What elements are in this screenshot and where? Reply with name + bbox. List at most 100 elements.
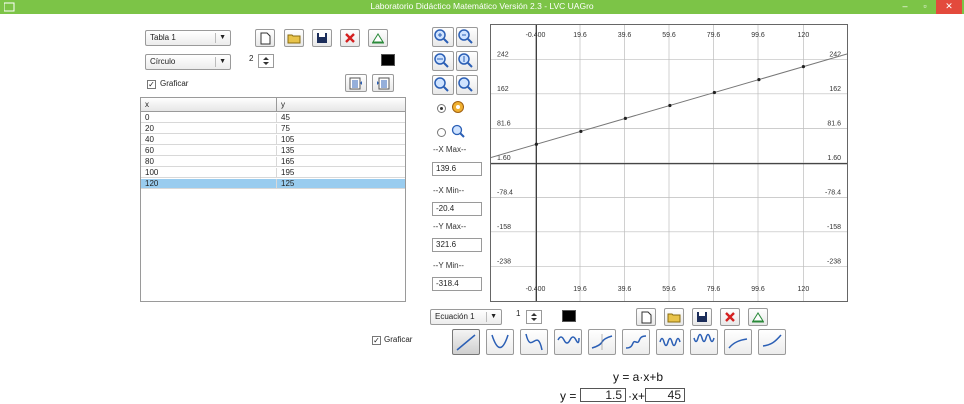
zoom-in-button[interactable] — [432, 27, 454, 47]
data-point — [757, 77, 761, 82]
table-row[interactable]: 100 195 — [141, 168, 405, 178]
y-tick-label-left: 162 — [497, 86, 509, 93]
select-mode-radio[interactable] — [437, 128, 446, 137]
zoom-out-y-button[interactable] — [456, 75, 478, 95]
line-width-spinner[interactable] — [526, 310, 542, 324]
open-equation-button[interactable] — [664, 308, 684, 326]
table-cell-y[interactable]: 75 — [277, 124, 405, 134]
x-tick-label-top: -0.400 — [526, 32, 546, 39]
point-color-swatch[interactable] — [381, 54, 395, 66]
table-cell-y[interactable]: 135 — [277, 146, 405, 156]
table-row[interactable]: 40 105 — [141, 135, 405, 145]
x-tick-label-bottom: -0.400 — [526, 286, 546, 293]
xmax-input[interactable]: 139.6 — [432, 162, 482, 176]
graficar-checkbox[interactable]: ✓ — [147, 80, 156, 89]
table-cell-y[interactable]: 125 — [277, 179, 405, 189]
linear-icon — [456, 334, 476, 351]
table-cell-y[interactable]: 105 — [277, 135, 405, 145]
y-tick-label-left: 81.6 — [497, 121, 511, 128]
table-cell-x[interactable]: 60 — [141, 146, 277, 156]
clear-equation-button[interactable] — [748, 308, 768, 326]
delete-button[interactable] — [340, 29, 360, 47]
new-file-icon — [260, 32, 271, 45]
exp-function-button[interactable] — [758, 329, 786, 355]
zoom-in-icon — [434, 29, 449, 44]
formula-x-mid: ·x+ — [628, 389, 646, 403]
close-button[interactable]: ✕ — [936, 0, 962, 14]
log-function-button[interactable] — [724, 329, 752, 355]
line-color-swatch[interactable] — [562, 310, 576, 322]
equation-select[interactable]: Ecuación 1 ▼ — [430, 309, 502, 325]
table-select[interactable]: Tabla 1 ▼ — [145, 30, 231, 46]
table-cell-y[interactable]: 165 — [277, 157, 405, 167]
xmin-input[interactable]: -20.4 — [432, 202, 482, 216]
data-point — [534, 142, 538, 146]
data-table[interactable]: x y 0 45 20 75 40 105 60 135 80 165 100 195 120 125 — [140, 97, 406, 302]
table-cell-x[interactable]: 80 — [141, 157, 277, 167]
cosine-function-button[interactable] — [690, 329, 718, 355]
coefficient-a-input[interactable]: 1.5 — [580, 388, 626, 402]
delete-equation-button[interactable] — [720, 308, 740, 326]
table-cell-x[interactable]: 40 — [141, 135, 277, 145]
x-tick-label-bottom: 39.6 — [618, 286, 632, 293]
table-cell-x[interactable]: 0 — [141, 113, 277, 123]
coefficient-b-input[interactable]: 45 — [645, 388, 685, 402]
open-folder-button[interactable] — [284, 29, 304, 47]
table-cell-x[interactable]: 120 — [141, 179, 277, 189]
table-row[interactable]: 60 135 — [141, 146, 405, 156]
new-equation-button[interactable] — [636, 308, 656, 326]
sigmoid-function-button[interactable] — [622, 329, 650, 355]
hand-icon — [451, 100, 465, 116]
x-tick-label-top: 120 — [798, 32, 810, 39]
equation-graficar-checkbox[interactable]: ✓ — [372, 336, 381, 345]
table-cell-y[interactable]: 195 — [277, 168, 405, 178]
y-tick-label-right: 81.6 — [827, 121, 841, 128]
y-tick-label-right: 1.60 — [827, 155, 841, 162]
table-row[interactable]: 120 125 — [141, 179, 405, 189]
quadratic-function-button[interactable] — [486, 329, 514, 355]
table-import-button[interactable] — [345, 74, 367, 92]
column-header-y[interactable]: y — [277, 98, 405, 112]
table-row[interactable]: 20 75 — [141, 124, 405, 134]
graph-panel[interactable]: -0.400 -0.400 19.6 19.6 39.6 39.6 59.6 59.6 79.6… — [490, 24, 848, 302]
save-equation-button[interactable] — [692, 308, 712, 326]
table-row[interactable]: 80 165 — [141, 157, 405, 167]
ymin-label: --Y Min-- — [433, 261, 464, 270]
pan-mode-radio[interactable] — [437, 104, 446, 113]
table-cell-x[interactable]: 100 — [141, 168, 277, 178]
y-tick-label-right: -238 — [827, 258, 841, 265]
polynomial-function-button[interactable] — [554, 329, 582, 355]
x-tick-label-bottom: 19.6 — [573, 286, 587, 293]
spinner-arrows-icon — [531, 313, 537, 321]
minimize-button[interactable]: – — [896, 0, 914, 14]
column-header-x[interactable]: x — [141, 98, 277, 112]
equation-graficar-label: Graficar — [384, 335, 413, 344]
zoom-in-x-button[interactable] — [432, 51, 454, 71]
zoom-out-x-button[interactable] — [456, 51, 478, 71]
table-cell-x[interactable]: 20 — [141, 124, 277, 134]
table-export-button[interactable] — [372, 74, 394, 92]
parabola-icon — [491, 334, 509, 349]
sine-function-button[interactable] — [656, 329, 684, 355]
shape-select[interactable]: Círculo ▼ — [145, 54, 231, 70]
table-cell-y[interactable]: 45 — [277, 113, 405, 123]
save-button[interactable] — [312, 29, 332, 47]
zoom-in-y-button[interactable] — [432, 75, 454, 95]
linear-function-button[interactable] — [452, 329, 480, 355]
rational-function-button[interactable] — [588, 329, 616, 355]
eraser-icon — [372, 33, 384, 44]
ymax-input[interactable]: 321.6 — [432, 238, 482, 252]
sine-icon — [659, 337, 681, 347]
data-point — [668, 103, 672, 108]
plot-svg[interactable]: -0.400 -0.400 19.6 19.6 39.6 39.6 59.6 59.6 79.6… — [490, 25, 848, 301]
point-size-spinner[interactable] — [258, 54, 274, 68]
cubic-function-button[interactable] — [520, 329, 548, 355]
clear-button[interactable] — [368, 29, 388, 47]
y-tick-label-right: -78.4 — [825, 190, 841, 197]
y-tick-label-left: -238 — [497, 258, 511, 265]
new-file-button[interactable] — [255, 29, 275, 47]
table-row[interactable]: 0 45 — [141, 113, 405, 123]
maximize-button[interactable]: ▫ — [916, 0, 934, 14]
zoom-out-button[interactable] — [456, 27, 478, 47]
ymin-input[interactable]: -318.4 — [432, 277, 482, 291]
